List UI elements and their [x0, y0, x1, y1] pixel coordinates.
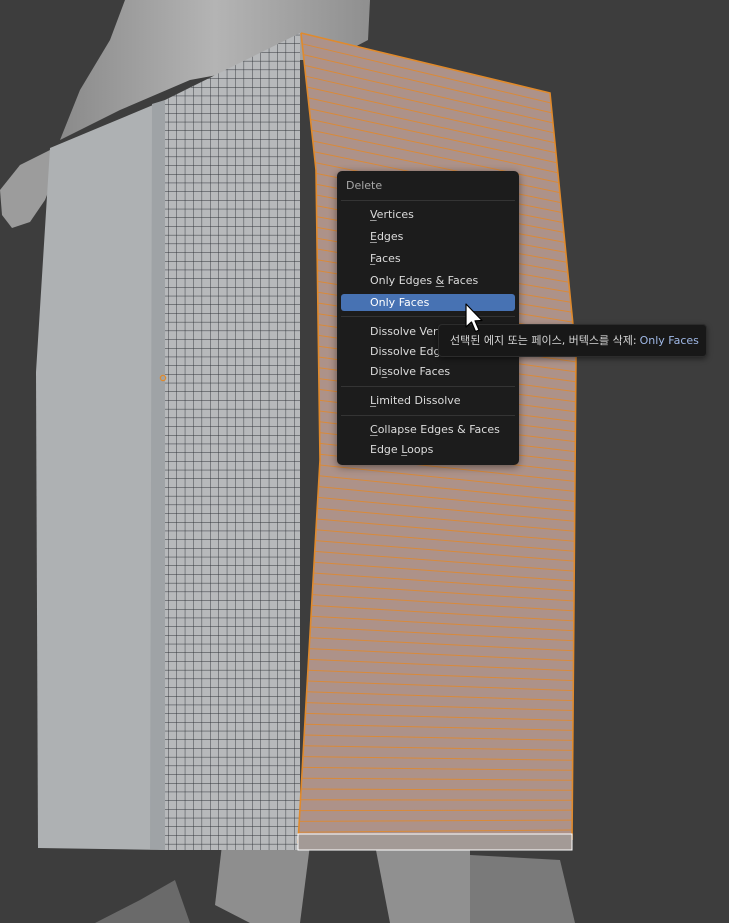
menu-item-label: Dissolve Edge: [370, 345, 448, 358]
menu-item-vertices[interactable]: Vertices: [341, 206, 515, 223]
menu-item-label: Di: [370, 365, 382, 378]
menu-item-label: Faces: [444, 274, 479, 287]
mesh-left-face: [36, 100, 165, 850]
menu-item-label: solve Faces: [387, 365, 451, 378]
menu-item-only-faces[interactable]: Only Faces: [341, 294, 515, 311]
tooltip-text: 선택된 에지 또는 페이스, 버텍스를 삭제:: [450, 334, 637, 347]
menu-item-label: aces: [375, 252, 401, 265]
delete-menu: Delete Vertices Edges Faces Only Edges &…: [337, 171, 519, 465]
menu-item-label: Edge: [370, 443, 402, 456]
menu-item-faces[interactable]: Faces: [341, 250, 515, 267]
mnemonic: C: [370, 423, 378, 436]
menu-divider: [341, 386, 515, 387]
menu-divider: [341, 316, 515, 317]
menu-title: Delete: [346, 179, 383, 192]
mesh-grid-face: [165, 33, 300, 850]
mnemonic: E: [370, 230, 377, 243]
menu-item-only-edges-faces[interactable]: Only Edges & Faces: [341, 272, 515, 289]
menu-item-limited-dissolve[interactable]: Limited Dissolve: [341, 392, 515, 409]
menu-item-edge-loops[interactable]: Edge Loops: [341, 441, 515, 458]
menu-item-label: imited Dissolve: [376, 394, 461, 407]
mnemonic: V: [370, 208, 377, 221]
menu-item-label: Only Faces: [370, 296, 430, 309]
menu-item-label: ertices: [376, 208, 414, 221]
mnemonic: &: [435, 274, 445, 287]
menu-divider: [341, 415, 515, 416]
menu-item-label: oops: [407, 443, 434, 456]
selected-edge: [299, 809, 573, 812]
tooltip-operator: Only Faces: [639, 334, 699, 347]
menu-divider: [341, 200, 515, 201]
menu-item-dissolve-faces[interactable]: Dissolve Faces: [341, 363, 515, 380]
menu-item-label: Dissolve Vert: [370, 325, 442, 338]
menu-item-label: ollapse Edges & Faces: [377, 423, 500, 436]
menu-item-collapse-edges-faces[interactable]: Collapse Edges & Faces: [341, 421, 515, 438]
menu-item-edges[interactable]: Edges: [341, 228, 515, 245]
mouse-cursor-icon: [465, 303, 483, 333]
menu-item-label: Only Edges: [370, 274, 436, 287]
menu-item-label: dges: [376, 230, 404, 243]
